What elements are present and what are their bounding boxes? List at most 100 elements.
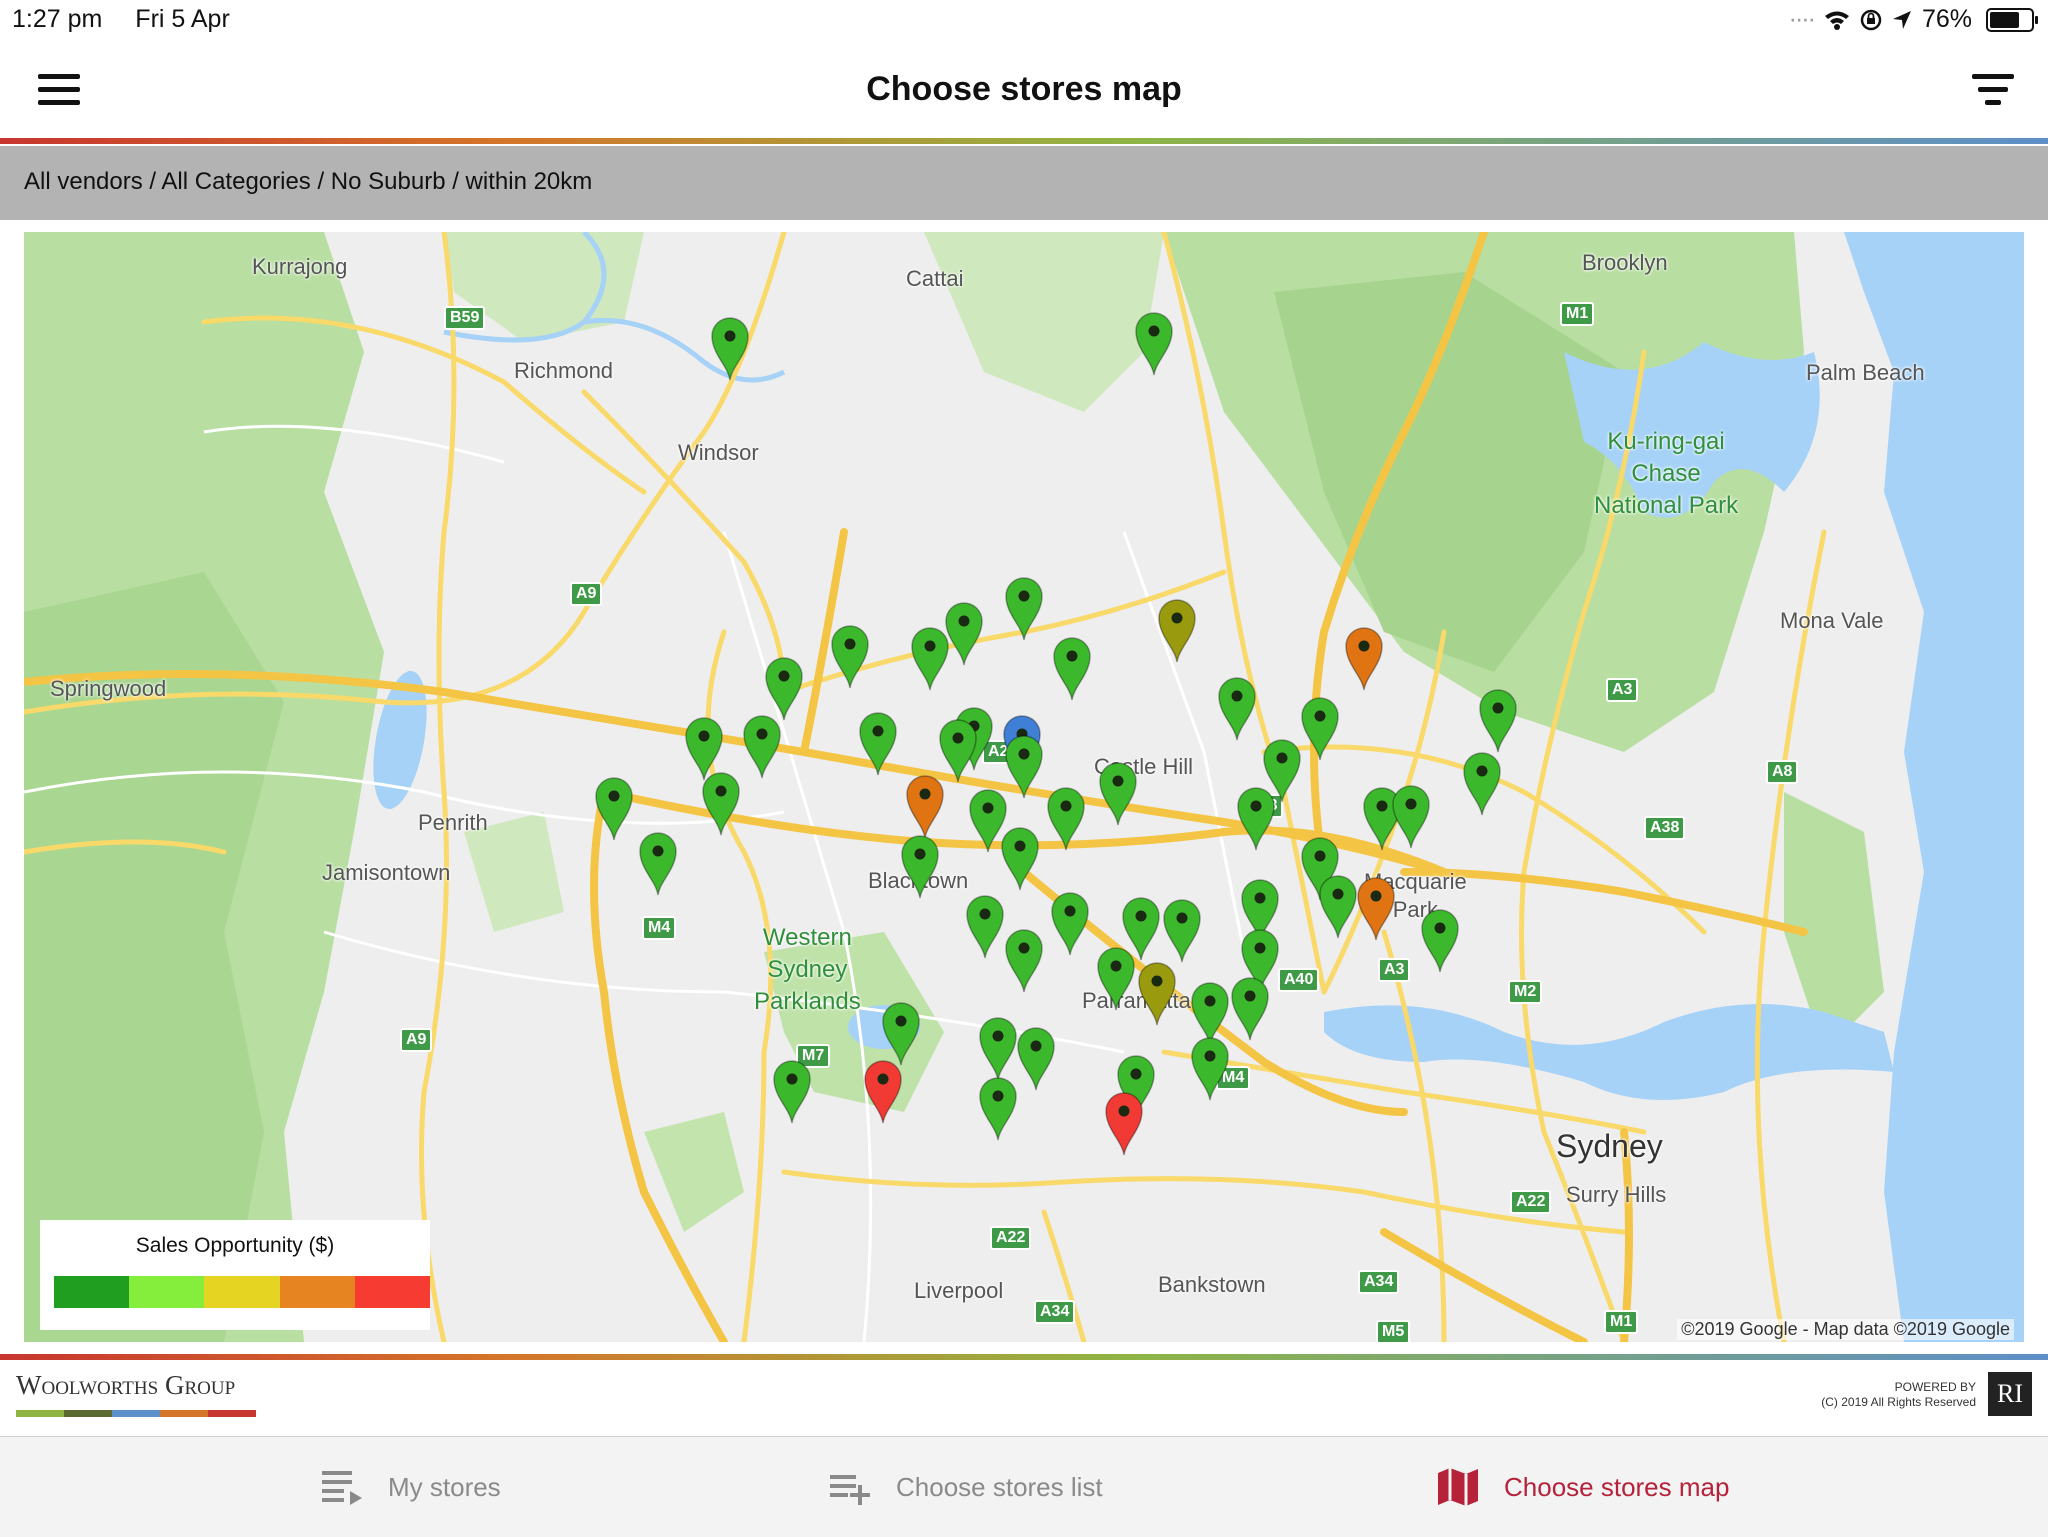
status-time: 1:27 pm [12, 5, 103, 33]
logo-stripe [208, 1410, 256, 1417]
logo-stripe [112, 1410, 160, 1417]
store-pin[interactable] [1135, 959, 1179, 1027]
sales-opportunity-legend: Sales Opportunity ($) [40, 1220, 431, 1330]
store-pin[interactable] [1228, 974, 1272, 1042]
list-arrow-icon [322, 1471, 362, 1505]
battery-icon [1986, 7, 2038, 32]
store-pin[interactable] [1342, 624, 1386, 692]
map-pin-icon [1463, 752, 1501, 816]
store-pin[interactable] [1389, 782, 1433, 850]
store-pin[interactable] [740, 712, 784, 780]
map-pin-icon [1017, 1027, 1055, 1091]
store-pin[interactable] [1476, 686, 1520, 754]
map-pin-icon [831, 625, 869, 689]
place-label-cattai: Cattai [906, 266, 964, 291]
store-pin[interactable] [1354, 874, 1398, 942]
store-pin[interactable] [1014, 1024, 1058, 1092]
map-pin-icon [1163, 899, 1201, 963]
tab-choose-stores-list[interactable]: Choose stores list [828, 1437, 1103, 1537]
battery-percent: 76% [1921, 5, 1972, 33]
store-pin[interactable] [1155, 596, 1199, 664]
store-pin[interactable] [708, 314, 752, 382]
tab-my-stores[interactable]: My stores [320, 1437, 501, 1537]
map-pin-icon [595, 777, 633, 841]
store-pin[interactable] [856, 709, 900, 777]
store-pin[interactable] [1002, 574, 1046, 642]
store-pin[interactable] [963, 892, 1007, 960]
store-pin[interactable] [1050, 634, 1094, 702]
filter-icon[interactable] [1972, 74, 2014, 108]
location-arrow-icon [1892, 10, 1911, 29]
map-pin-icon [1005, 577, 1043, 641]
store-pin[interactable] [1094, 944, 1138, 1012]
nav-bar: Choose stores map [0, 40, 2048, 140]
store-pin[interactable] [1234, 784, 1278, 852]
place-label-palm-beach: Palm Beach [1806, 360, 1925, 385]
store-pin[interactable] [1298, 694, 1342, 762]
map-pin-icon [773, 1060, 811, 1124]
place-label-kurrajong: Kurrajong [252, 254, 348, 279]
store-pin[interactable] [699, 769, 743, 837]
store-pin[interactable] [636, 829, 680, 897]
map-pin-icon [1135, 312, 1173, 376]
store-pin[interactable] [1132, 309, 1176, 377]
road-shield: M1 [1604, 1310, 1639, 1334]
road-shield: A38 [1644, 816, 1686, 840]
store-pin[interactable] [1215, 674, 1259, 742]
store-pin[interactable] [1102, 1089, 1146, 1157]
store-pin[interactable] [908, 624, 952, 692]
store-pin[interactable] [1096, 759, 1140, 827]
place-label-jamisontown: Jamisontown [322, 860, 451, 885]
place-label-sydney: Sydney [1556, 1128, 1663, 1164]
map-pin-icon [1138, 962, 1176, 1026]
store-pin[interactable] [1048, 889, 1092, 957]
legend-title: Sales Opportunity ($) [135, 1234, 335, 1257]
map-copyright: ©2019 Google - Map data ©2019 Google [1677, 1319, 2014, 1340]
road-shield: A9 [570, 582, 603, 606]
map-pin-icon [1218, 677, 1256, 741]
road-shield: A8 [1766, 760, 1799, 784]
store-pin[interactable] [1418, 906, 1462, 974]
map-pin-icon [1051, 892, 1089, 956]
legend-swatch [129, 1276, 205, 1308]
store-pin[interactable] [861, 1057, 905, 1125]
store-pin[interactable] [592, 774, 636, 842]
legend-swatch [204, 1276, 280, 1308]
map-pin-icon [1158, 599, 1196, 663]
store-pin[interactable] [998, 824, 1042, 892]
store-pin[interactable] [1460, 749, 1504, 817]
map-pin-icon [901, 835, 939, 899]
map-icon [1438, 1468, 1478, 1506]
cellular-signal-icon: ···· [1788, 5, 1816, 33]
place-label-brooklyn: Brooklyn [1582, 250, 1668, 275]
stores-map[interactable]: Kurrajong Cattai Brooklyn Richmond Winds… [24, 232, 2024, 1342]
map-pin-icon [906, 775, 944, 839]
store-pin[interactable] [1044, 784, 1088, 852]
place-label-penrith: Penrith [418, 810, 488, 835]
store-pin[interactable] [976, 1074, 1020, 1142]
place-label-kuringgai-chase: Ku-ring-gai Chase National Park [1594, 428, 1739, 519]
road-shield: B59 [444, 306, 486, 330]
store-pin[interactable] [1002, 926, 1046, 994]
store-pin[interactable] [898, 832, 942, 900]
woolworths-group-logo: Woolworths Group [16, 1370, 236, 1400]
filter-summary-bar[interactable]: All vendors / All Categories / No Suburb… [0, 146, 2048, 220]
powered-by-text: POWERED BY (C) 2019 All Rights Reserved [1821, 1380, 1976, 1410]
road-shield: A3 [1378, 958, 1411, 982]
store-pin[interactable] [1188, 1034, 1232, 1102]
place-label-richmond: Richmond [514, 358, 614, 383]
map-pin-icon [1053, 637, 1091, 701]
store-pin[interactable] [1160, 896, 1204, 964]
tab-choose-stores-map[interactable]: Choose stores map [1436, 1437, 1729, 1537]
road-shield: M1 [1560, 302, 1595, 326]
logo-stripe [160, 1410, 208, 1417]
road-shield: A22 [990, 1226, 1032, 1250]
status-date: Fri 5 Apr [135, 5, 230, 33]
store-pin[interactable] [770, 1057, 814, 1125]
place-label-springwood: Springwood [50, 676, 167, 701]
rights-text: (C) 2019 All Rights Reserved [1821, 1395, 1976, 1409]
road-shield: A9 [400, 1028, 433, 1052]
store-pin[interactable] [828, 622, 872, 690]
map-pin-icon [1001, 827, 1039, 891]
store-pin[interactable] [903, 772, 947, 840]
